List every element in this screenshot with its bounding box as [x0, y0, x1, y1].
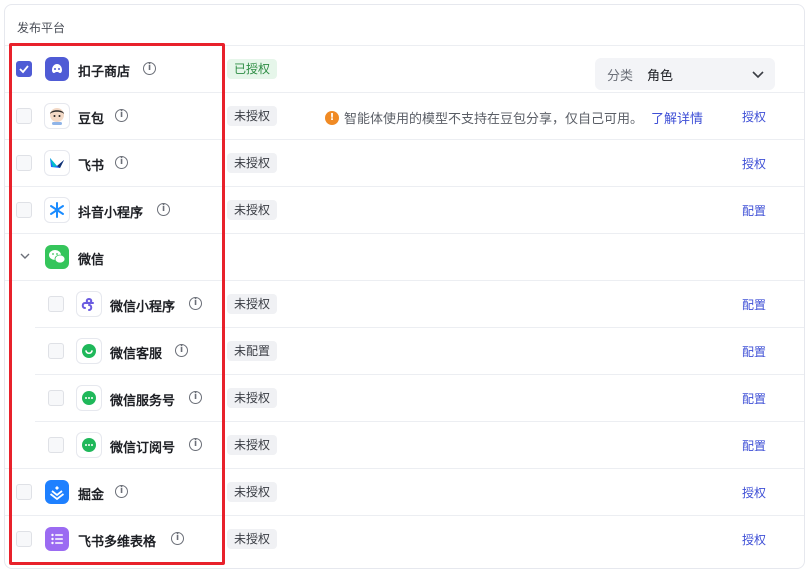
- status-badge: 未配置: [227, 341, 278, 361]
- info-icon[interactable]: i: [189, 391, 202, 404]
- category-select[interactable]: 分类 角色: [595, 58, 775, 90]
- check-icon: [19, 65, 29, 74]
- wechat-miniapp-icon: [76, 291, 102, 317]
- wechat-subscription-icon: [76, 432, 102, 458]
- info-icon[interactable]: i: [189, 297, 202, 310]
- platform-name: 掘金: [78, 488, 105, 503]
- doubao-icon: [44, 103, 70, 129]
- platform-row-juejin: 掘金 i 未授权 授权: [5, 469, 804, 516]
- chevron-down-icon: [752, 71, 764, 79]
- info-icon[interactable]: i: [171, 532, 184, 545]
- juejin-icon: [45, 480, 69, 504]
- platform-group-name: 微信: [78, 253, 105, 268]
- status-badge: 未授权: [227, 153, 278, 173]
- platform-row-doubao: 豆包 i 未授权 ! 智能体使用的模型不支持在豆包分享，仅自己可用。 了解详情 …: [5, 93, 804, 140]
- platform-name: 微信小程序: [110, 300, 176, 315]
- doubao-warning: ! 智能体使用的模型不支持在豆包分享，仅自己可用。 了解详情: [325, 108, 703, 127]
- platform-row-feishu-bitable: 飞书多维表格 i 未授权 授权: [5, 516, 804, 563]
- chevron-down-icon[interactable]: [19, 250, 31, 262]
- configure-button[interactable]: 配置: [742, 202, 766, 219]
- checkbox-wechat-miniapp[interactable]: [48, 296, 64, 312]
- publish-platform-panel: 发布平台 扣子商店 i 已授权 分类 角色 豆包 i 未授权 ! 智能体使用的模…: [4, 4, 805, 569]
- wechat-icon: [45, 245, 69, 269]
- platform-name: 微信服务号: [110, 394, 176, 409]
- category-select-label: 分类: [607, 68, 634, 84]
- configure-button[interactable]: 配置: [742, 390, 766, 407]
- authorize-button[interactable]: 授权: [742, 531, 766, 548]
- status-badge: 未授权: [227, 529, 278, 549]
- feishu-icon: [44, 150, 70, 176]
- platform-name: 飞书: [78, 159, 105, 174]
- checkbox-wechat-subscription[interactable]: [48, 437, 64, 453]
- platform-group-wechat[interactable]: 微信: [5, 234, 804, 281]
- checkbox-juejin[interactable]: [16, 484, 32, 500]
- coze-store-icon: [45, 57, 69, 81]
- warning-text: 智能体使用的模型不支持在豆包分享，仅自己可用。: [344, 112, 644, 127]
- checkbox-wechat-official[interactable]: [48, 390, 64, 406]
- platform-name: 豆包: [78, 112, 105, 127]
- info-icon[interactable]: i: [189, 438, 202, 451]
- platform-row-wechat-subscription: 微信订阅号 i 未授权 配置: [5, 422, 804, 469]
- platform-row-coze-store: 扣子商店 i 已授权 分类 角色: [5, 46, 804, 93]
- configure-button[interactable]: 配置: [742, 296, 766, 313]
- info-icon[interactable]: i: [175, 344, 188, 357]
- checkbox-douyin-miniapp[interactable]: [16, 202, 32, 218]
- panel-title: 发布平台: [17, 21, 66, 35]
- platform-name: 抖音小程序: [78, 206, 144, 221]
- platform-row-wechat-official: 微信服务号 i 未授权 配置: [5, 375, 804, 422]
- platform-row-feishu: 飞书 i 未授权 授权: [5, 140, 804, 187]
- platform-row-wechat-service: 微信客服 i 未配置 配置: [5, 328, 804, 375]
- status-badge: 未授权: [227, 388, 278, 408]
- checkbox-wechat-service[interactable]: [48, 343, 64, 359]
- authorize-button[interactable]: 授权: [742, 108, 766, 125]
- warning-icon: !: [325, 110, 339, 125]
- platform-name: 扣子商店: [78, 65, 131, 80]
- status-badge: 未授权: [227, 435, 278, 455]
- info-icon[interactable]: i: [115, 109, 128, 122]
- platform-name: 微信订阅号: [110, 441, 176, 456]
- status-badge: 未授权: [227, 106, 278, 126]
- checkbox-coze-store[interactable]: [16, 61, 32, 77]
- wechat-service-icon: [76, 338, 102, 364]
- platform-name: 微信客服: [110, 347, 163, 362]
- configure-button[interactable]: 配置: [742, 437, 766, 454]
- platform-row-douyin-miniapp: 抖音小程序 i 未授权 配置: [5, 187, 804, 234]
- info-icon[interactable]: i: [115, 156, 128, 169]
- checkbox-doubao[interactable]: [16, 108, 32, 124]
- status-badge: 已授权: [227, 59, 278, 79]
- status-badge: 未授权: [227, 294, 278, 314]
- wechat-official-icon: [76, 385, 102, 411]
- checkbox-feishu[interactable]: [16, 155, 32, 171]
- learn-more-link[interactable]: 了解详情: [651, 108, 703, 127]
- category-select-value: 角色: [647, 68, 674, 84]
- info-icon[interactable]: i: [157, 203, 170, 216]
- status-badge: 未授权: [227, 200, 278, 220]
- info-icon[interactable]: i: [143, 62, 156, 75]
- info-icon[interactable]: i: [115, 485, 128, 498]
- authorize-button[interactable]: 授权: [742, 484, 766, 501]
- authorize-button[interactable]: 授权: [742, 155, 766, 172]
- platform-name: 飞书多维表格: [78, 535, 157, 550]
- feishu-bitable-icon: [45, 527, 69, 551]
- douyin-miniapp-icon: [44, 197, 70, 223]
- status-badge: 未授权: [227, 482, 278, 502]
- checkbox-feishu-bitable[interactable]: [16, 531, 32, 547]
- platform-row-wechat-miniapp: 微信小程序 i 未授权 配置: [5, 281, 804, 328]
- configure-button[interactable]: 配置: [742, 343, 766, 360]
